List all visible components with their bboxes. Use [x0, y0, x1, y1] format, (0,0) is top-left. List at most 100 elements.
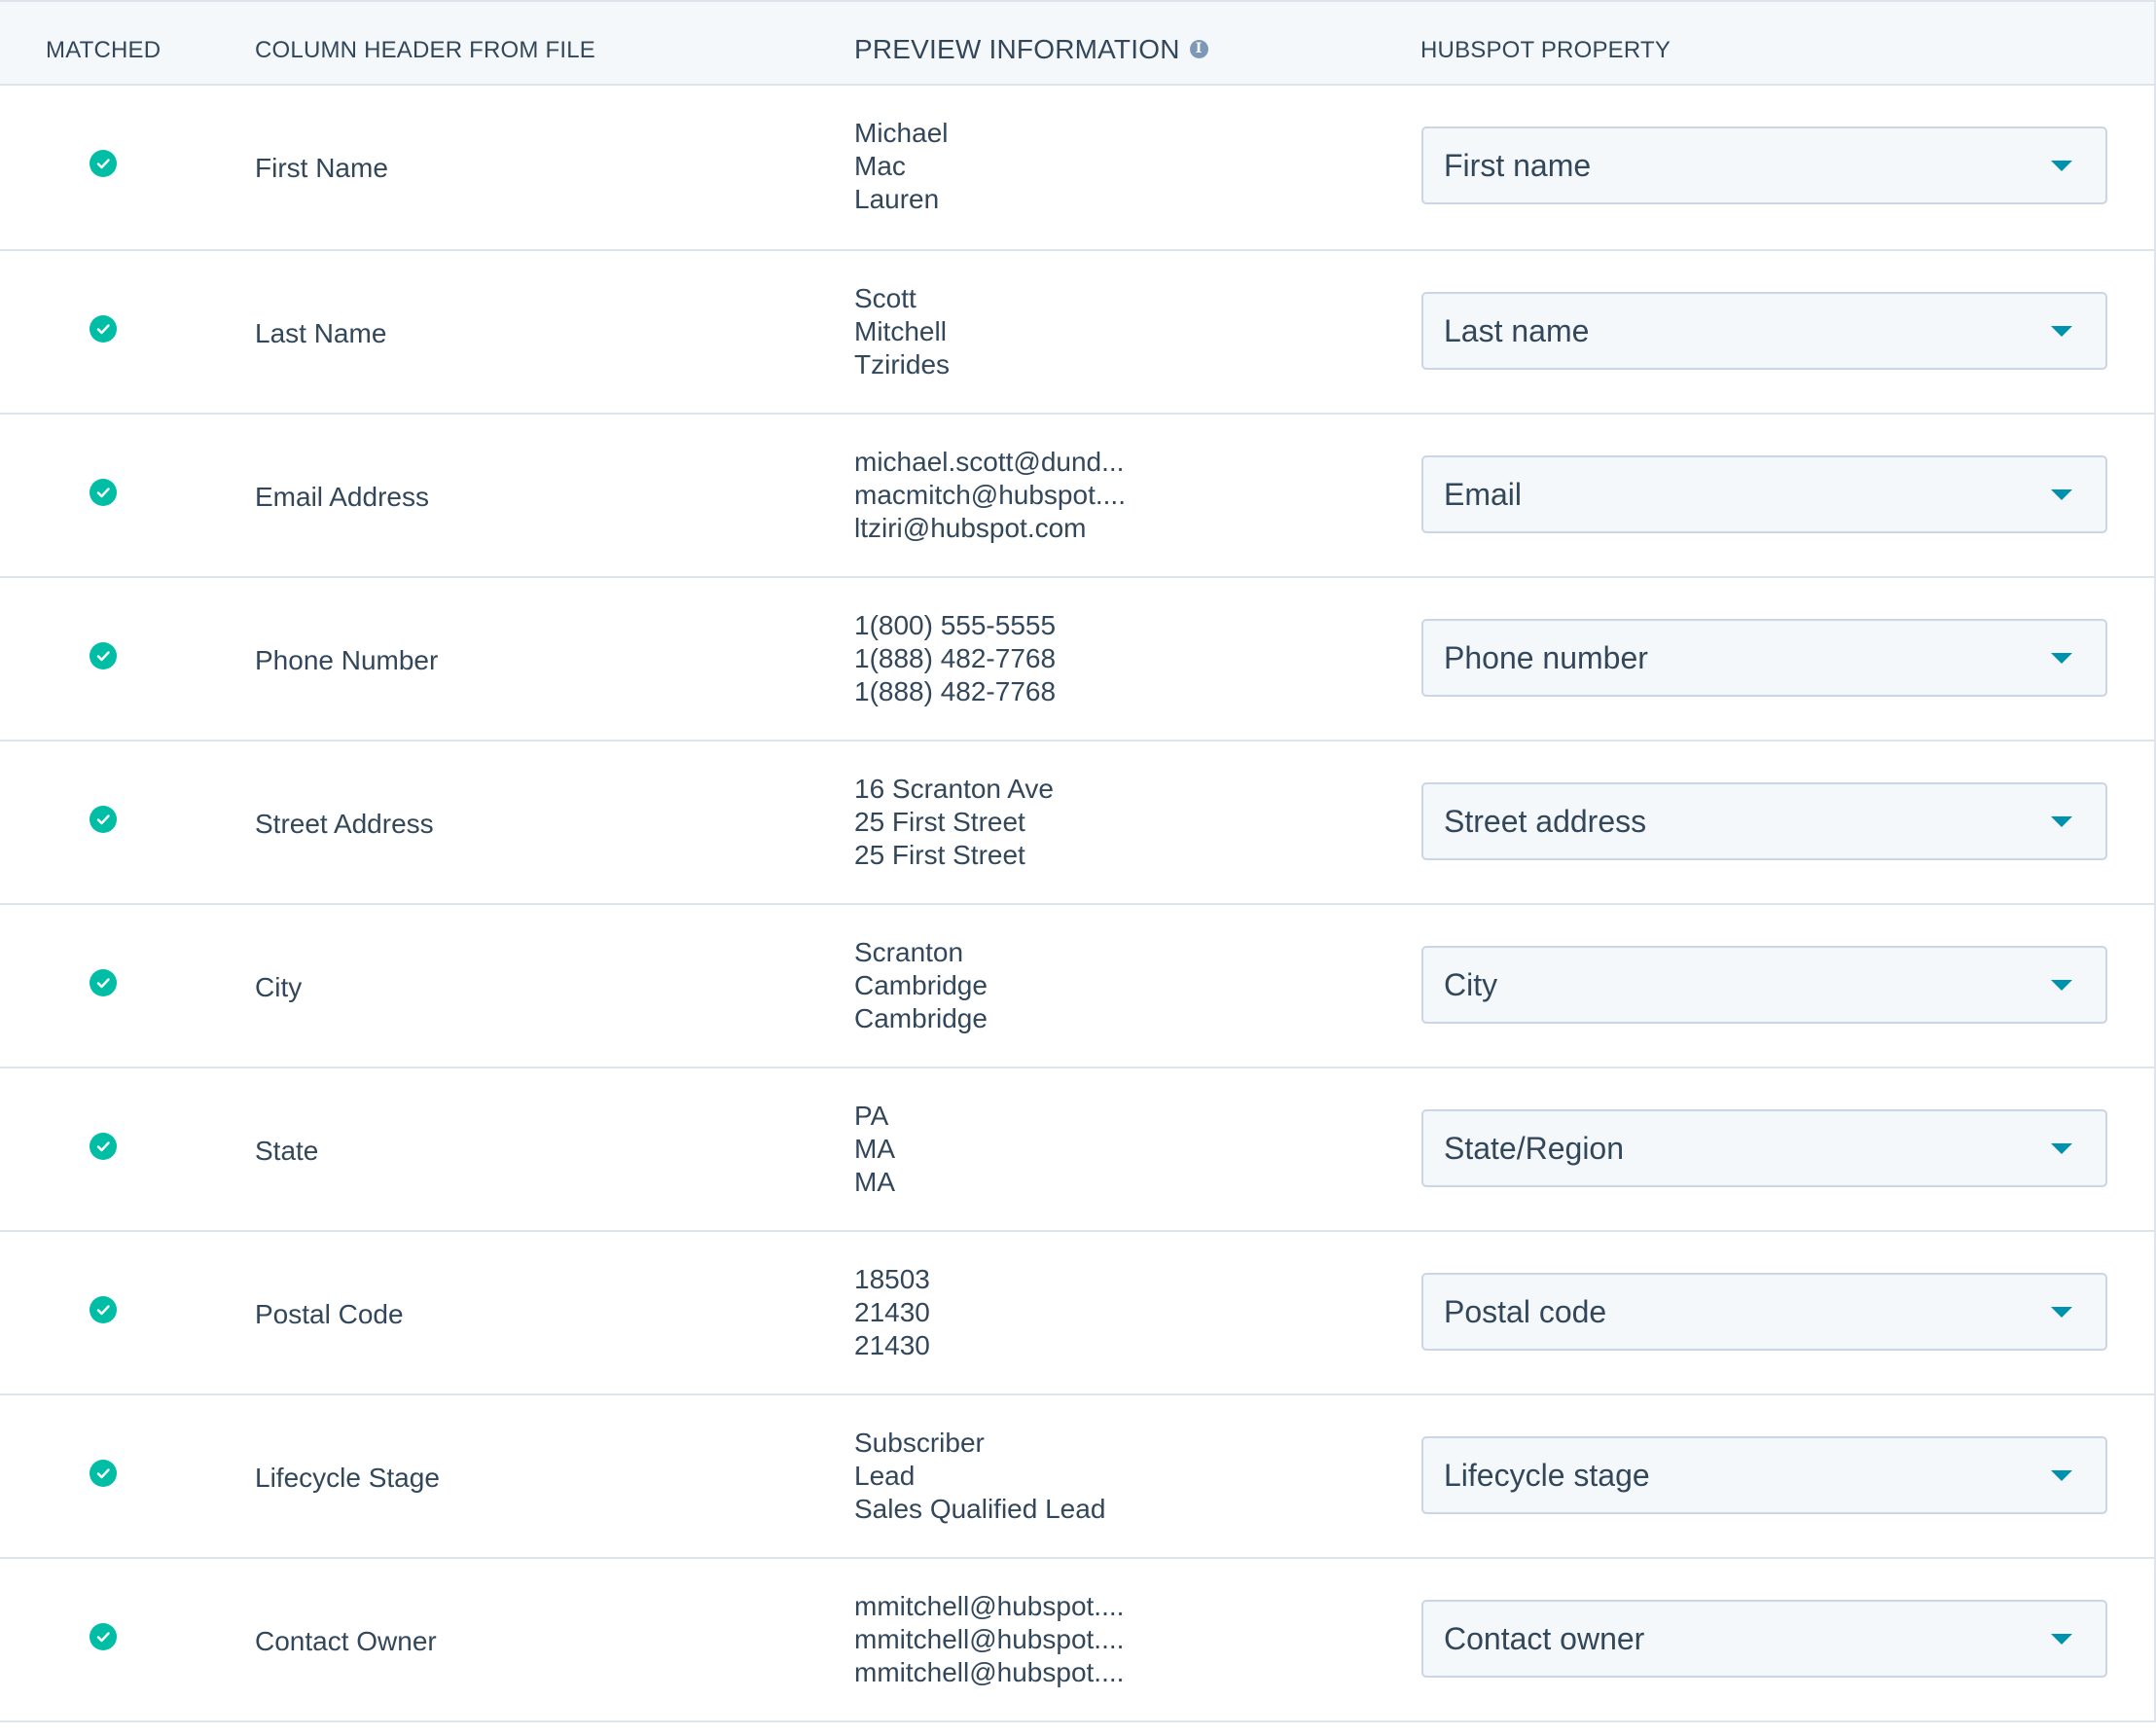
caret-down-icon [2051, 816, 2072, 827]
file-column-name: City [255, 972, 303, 1002]
preview-value: ltziri@hubspot.com [854, 513, 1087, 543]
caret-down-icon [2051, 1470, 2072, 1481]
table-row: City Scranton Cambridge Cambridge City [0, 905, 2156, 1068]
file-column-name: Contact Owner [255, 1626, 437, 1656]
preview-value: Lauren [854, 184, 940, 214]
preview-value: mmitchell@hubspot.... [854, 1591, 1125, 1621]
table-header: MATCHED COLUMN HEADER FROM FILE PREVIEW … [0, 0, 2156, 86]
matched-check-icon [90, 150, 117, 177]
preview-value: mmitchell@hubspot.... [854, 1657, 1125, 1687]
matched-check-icon [90, 1296, 117, 1323]
table-row: Postal Code 18503 21430 21430 Postal code [0, 1232, 2156, 1395]
preview-value: Scott [854, 283, 916, 313]
preview-values: PA MA MA [854, 1100, 1146, 1199]
caret-down-icon [2051, 326, 2072, 337]
caret-down-icon [2051, 489, 2072, 500]
table-row: Email Address michael.scott@dund... macmit… [0, 415, 2156, 578]
preview-value: 21430 [854, 1330, 930, 1360]
matched-check-icon [90, 1460, 117, 1487]
preview-value: Mitchell [854, 316, 947, 346]
selected-property: Street address [1444, 804, 1647, 839]
preview-value: PA [854, 1101, 889, 1131]
preview-values: Scranton Cambridge Cambridge [854, 936, 1146, 1035]
preview-values: Subscriber Lead Sales Qualified Lead [854, 1427, 1146, 1526]
selected-property: First name [1444, 148, 1592, 183]
caret-down-icon [2051, 1634, 2072, 1645]
file-column-name: First Name [255, 153, 388, 183]
matched-check-icon [90, 806, 117, 833]
preview-value: 18503 [854, 1264, 930, 1294]
preview-value: Lead [854, 1461, 916, 1491]
table-row: Contact Owner mmitchell@hubspot.... mmitch… [0, 1559, 2156, 1722]
preview-values: 18503 21430 21430 [854, 1263, 1146, 1362]
caret-down-icon [2051, 653, 2072, 664]
table-row: Last Name Scott Mitchell Tzirides Last name [0, 251, 2156, 415]
table-row: First Name Michael Mac Lauren First name [0, 86, 2156, 251]
preview-value: 25 First Street [854, 840, 1025, 870]
selected-property: Contact owner [1444, 1621, 1645, 1656]
preview-value: Cambridge [854, 970, 988, 1000]
matched-check-icon [90, 1623, 117, 1650]
matched-check-icon [90, 479, 117, 506]
caret-down-icon [2051, 1143, 2072, 1154]
matched-check-icon [90, 1133, 117, 1160]
file-column-header: COLUMN HEADER FROM FILE [255, 37, 595, 63]
property-column-header: HUBSPOT PROPERTY [1420, 37, 1671, 63]
preview-value: mmitchell@hubspot.... [854, 1624, 1125, 1654]
table-row: Lifecycle Stage Subscriber Lead Sales Quali… [0, 1395, 2156, 1559]
selected-property: Postal code [1444, 1294, 1607, 1329]
preview-value: Sales Qualified Lead [854, 1494, 1106, 1524]
file-column-name: Phone Number [255, 645, 439, 675]
preview-value: 25 First Street [854, 807, 1025, 837]
preview-values: mmitchell@hubspot.... mmitchell@hubspot..… [854, 1590, 1146, 1689]
table-body: First Name Michael Mac Lauren First name Last… [0, 86, 2156, 1722]
preview-value: MA [854, 1134, 895, 1164]
hubspot-property-dropdown[interactable]: Lifecycle stage [1421, 1436, 2107, 1514]
preview-value: MA [854, 1167, 895, 1197]
caret-down-icon [2051, 161, 2072, 171]
selected-property: City [1444, 967, 1498, 1002]
preview-values: 16 Scranton Ave 25 First Street 25 First S… [854, 773, 1146, 872]
matched-check-icon [90, 642, 117, 669]
preview-value: Scranton [854, 937, 964, 967]
preview-values: michael.scott@dund... macmitch@hubspot...… [854, 446, 1146, 545]
matched-check-icon [90, 969, 117, 996]
selected-property: Phone number [1444, 640, 1648, 675]
selected-property: Last name [1444, 313, 1590, 348]
import-mapping-table: MATCHED COLUMN HEADER FROM FILE PREVIEW … [0, 0, 2156, 1722]
file-column-name: Last Name [255, 318, 387, 348]
selected-property: Email [1444, 477, 1523, 512]
hubspot-property-dropdown[interactable]: Postal code [1421, 1273, 2107, 1351]
preview-value: Mac [854, 151, 906, 181]
info-icon[interactable]: i [1189, 40, 1208, 59]
matched-check-icon [90, 315, 117, 343]
file-column-name: Lifecycle Stage [255, 1463, 440, 1493]
hubspot-property-dropdown[interactable]: Last name [1421, 292, 2107, 370]
preview-values: Michael Mac Lauren [854, 117, 1146, 216]
selected-property: Lifecycle stage [1444, 1458, 1650, 1493]
hubspot-property-dropdown[interactable]: State/Region [1421, 1109, 2107, 1187]
file-column-name: Email Address [255, 482, 429, 512]
matched-column-header: MATCHED [46, 37, 162, 63]
file-column-name: State [255, 1136, 319, 1166]
preview-value: michael.scott@dund... [854, 447, 1125, 477]
preview-value: Cambridge [854, 1003, 988, 1033]
preview-header-label: PREVIEW INFORMATION [854, 34, 1180, 64]
selected-property: State/Region [1444, 1131, 1625, 1166]
preview-value: 1(888) 482-7768 [854, 643, 1057, 673]
table-row: Phone Number 1(800) 555-5555 1(888) 482-77… [0, 578, 2156, 741]
hubspot-property-dropdown[interactable]: First name [1421, 127, 2107, 204]
hubspot-property-dropdown[interactable]: Street address [1421, 782, 2107, 860]
hubspot-property-dropdown[interactable]: Contact owner [1421, 1600, 2107, 1678]
preview-value: Subscriber [854, 1428, 985, 1458]
preview-value: 21430 [854, 1297, 930, 1327]
preview-value: 16 Scranton Ave [854, 774, 1054, 804]
file-column-name: Street Address [255, 809, 434, 839]
preview-value: 1(888) 482-7768 [854, 676, 1057, 706]
hubspot-property-dropdown[interactable]: City [1421, 946, 2107, 1024]
preview-value: 1(800) 555-5555 [854, 610, 1057, 640]
table-row: State PA MA MA State/Region [0, 1068, 2156, 1232]
hubspot-property-dropdown[interactable]: Email [1421, 455, 2107, 533]
hubspot-property-dropdown[interactable]: Phone number [1421, 619, 2107, 697]
file-column-name: Postal Code [255, 1299, 404, 1329]
